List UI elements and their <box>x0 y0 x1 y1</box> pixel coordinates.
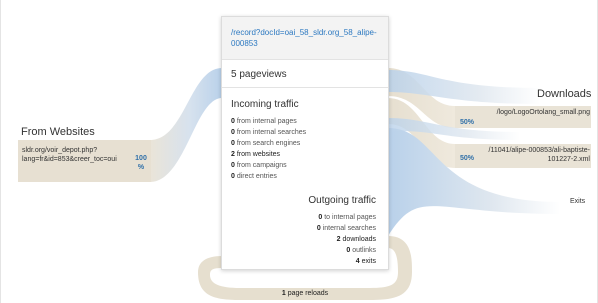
exits-label: Exits <box>570 198 586 205</box>
outgoing-downloads[interactable]: 2 downloads <box>337 236 376 245</box>
outgoing-internal-pages[interactable]: 0 to internal pages <box>318 214 376 223</box>
from-websites-title: From Websites <box>21 126 95 138</box>
incoming-search-engines[interactable]: 0 from search engines <box>231 140 300 149</box>
card-header: /record?docId=oai_58_sldr.org_58_alipe-0… <box>222 17 388 60</box>
page-reloads[interactable]: 1 page reloads <box>221 290 389 297</box>
download-2-percent: 50% <box>460 155 475 162</box>
outgoing-traffic-title: Outgoing traffic <box>308 195 376 206</box>
outgoing-internal-searches[interactable]: 0 internal searches <box>317 225 376 234</box>
incoming-traffic-title: Incoming traffic <box>231 99 299 110</box>
downloads-title: Downloads <box>537 88 592 100</box>
page-summary-card: /record?docId=oai_58_sldr.org_58_alipe-0… <box>221 16 389 270</box>
card-divider <box>222 87 388 88</box>
incoming-internal-pages[interactable]: 0 from internal pages <box>231 118 297 127</box>
page-url-link[interactable]: /record?docId=oai_58_sldr.org_58_alipe-0… <box>231 27 381 49</box>
download-1-url-link[interactable]: /logo/LogoOrtolang_small.png <box>486 109 590 118</box>
download-2-url-link[interactable]: /11041/alipe-000853/ali-baptiste-101227-… <box>486 147 590 164</box>
pageviews-count: 5 pageviews <box>231 69 287 80</box>
outgoing-outlinks[interactable]: 0 outlinks <box>346 247 376 256</box>
outgoing-exits[interactable]: 4 exits <box>356 258 376 267</box>
incoming-campaigns[interactable]: 0 from campaigns <box>231 162 287 171</box>
download-1-percent: 50% <box>460 119 475 126</box>
incoming-direct-entries[interactable]: 0 direct entries <box>231 173 277 182</box>
incoming-internal-searches[interactable]: 0 from internal searches <box>231 129 306 138</box>
incoming-websites[interactable]: 2 from websites <box>231 151 280 160</box>
referrer-percent: 100 % <box>135 155 147 171</box>
incoming-flow-websites <box>150 68 222 182</box>
referrer-url-link[interactable]: sldr.org/voir_depot.php?lang=fr&id=853&c… <box>22 147 134 164</box>
